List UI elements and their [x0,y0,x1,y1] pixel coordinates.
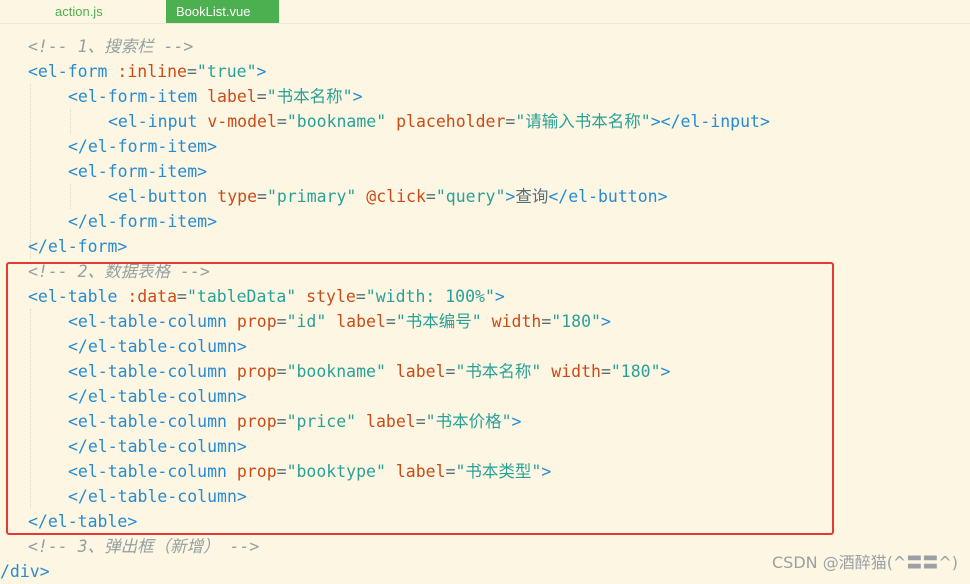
tab-action-js[interactable]: action.js [55,0,120,23]
attr-value: "书本名称" [266,87,353,106]
attr-name: @click [356,187,426,206]
attr-value: "请输入书本名称" [515,112,651,131]
code-line-5: </el-form-item> [68,134,217,159]
attr-name: placeholder [386,112,506,131]
code-line-2: <el-form :inline="true"> [28,59,266,84]
attr-value: "query" [435,187,506,206]
tag-open: <el-form-item> [68,162,208,181]
attr-name: label [197,87,257,106]
tag-open: <el-form [28,62,108,81]
tag-close: </el-form-item> [68,137,218,156]
csdn-watermark: CSDN @酒醉猫(^〓〓^) [771,553,958,572]
text-content: 查询 [515,187,549,206]
equals: = [425,187,436,206]
tag-close: </el-form-item> [68,212,218,231]
code-line-21: <!-- 3、弹出框（新增） --> [28,534,259,559]
attr-value: "bookname" [286,112,387,131]
code-line-6: <el-form-item> [68,159,207,184]
equals: = [256,87,267,106]
equals: = [505,112,516,131]
indent-guide [30,84,31,259]
tag-open: <el-form-item [68,87,198,106]
indent-guide [70,109,71,134]
code-line-3: <el-form-item label="书本名称"> [68,84,363,109]
tag-open: <el-input [108,112,198,131]
equals: = [276,112,287,131]
attr-name: v-model [197,112,277,131]
equals: = [186,62,197,81]
tag-close: ></el-input> [650,112,770,131]
tag-close: > [256,62,267,81]
code-line-1: <!-- 1、搜索栏 --> [28,34,193,59]
code-line-9: </el-form> [28,234,127,259]
tag-close: </el-button> [548,187,668,206]
tag-open: <el-button [108,187,208,206]
tab-booklist-vue[interactable]: BookList.vue [166,0,279,23]
editor-tab-bar: action.js BookList.vue [0,0,970,24]
attr-value: "true" [196,62,257,81]
indent-guide [70,184,71,209]
comment-dialog: <!-- 3、弹出框（新增） --> [28,537,260,556]
attr-name: type [207,187,258,206]
equals: = [257,187,267,206]
code-line-8: </el-form-item> [68,209,217,234]
comment-search-bar: <!-- 1、搜索栏 --> [28,37,194,56]
code-line-4: <el-input v-model="bookname" placeholder… [108,109,770,134]
highlight-box [6,262,834,535]
code-line-22: /div> [0,559,50,584]
attr-value: "primary" [266,187,357,206]
tag-close: /div> [0,562,50,581]
tag-mid: > [505,187,516,206]
tag-close: </el-form> [28,237,128,256]
tag-close: > [352,87,363,106]
code-line-7: <el-button type="primary" @click="query"… [108,184,668,209]
attr-name: :inline [107,62,187,81]
